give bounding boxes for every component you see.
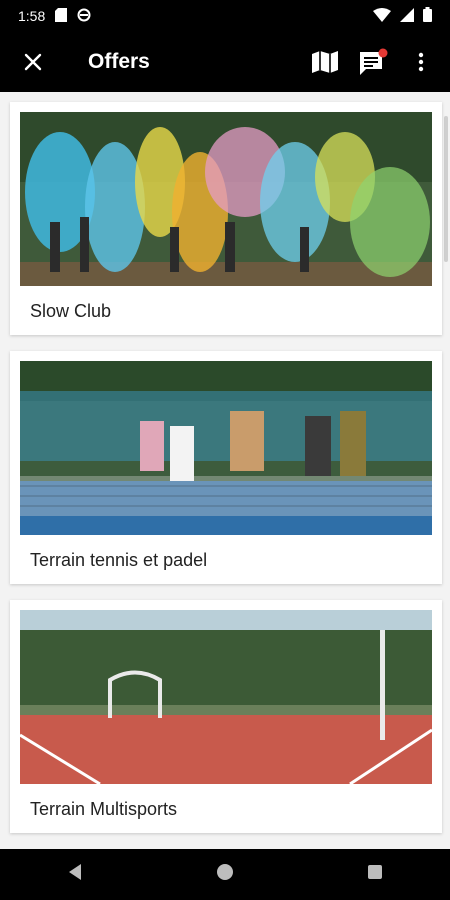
offer-image-tennis-padel	[20, 361, 432, 535]
more-vert-icon[interactable]	[404, 45, 438, 79]
map-icon[interactable]	[308, 45, 342, 79]
offer-label: Slow Club	[30, 301, 112, 321]
offer-image-slow-club	[20, 112, 432, 286]
wifi-icon	[373, 7, 391, 25]
app-bar: Offers	[0, 32, 450, 92]
home-icon[interactable]	[216, 863, 234, 886]
page-title: Offers	[88, 50, 150, 73]
offer-image-multisports	[20, 610, 432, 784]
battery-icon	[423, 7, 432, 25]
close-icon[interactable]	[16, 45, 50, 79]
sync-icon	[77, 8, 91, 25]
offer-card-slow-club[interactable]: Slow Club	[10, 102, 442, 335]
offers-list[interactable]: Slow Club Terrain tennis et padel Terrai…	[0, 92, 450, 849]
recents-icon[interactable]	[367, 864, 383, 885]
status-bar: 1:58	[0, 0, 450, 32]
status-left: 1:58	[18, 7, 91, 25]
offer-label: Terrain Multisports	[30, 799, 178, 819]
status-right	[373, 7, 432, 25]
system-nav-bar	[0, 849, 450, 900]
offer-card-tennis-padel[interactable]: Terrain tennis et padel	[10, 351, 442, 584]
offer-label: Terrain tennis et padel	[30, 550, 208, 570]
offer-card-multisports[interactable]: Terrain Multisports	[10, 600, 442, 833]
chat-icon[interactable]	[356, 45, 390, 79]
scrollbar[interactable]	[444, 116, 448, 262]
sd-card-icon	[55, 7, 68, 25]
signal-icon	[400, 7, 414, 25]
status-time: 1:58	[18, 8, 46, 24]
app-actions	[308, 45, 438, 79]
back-icon[interactable]	[67, 863, 83, 886]
